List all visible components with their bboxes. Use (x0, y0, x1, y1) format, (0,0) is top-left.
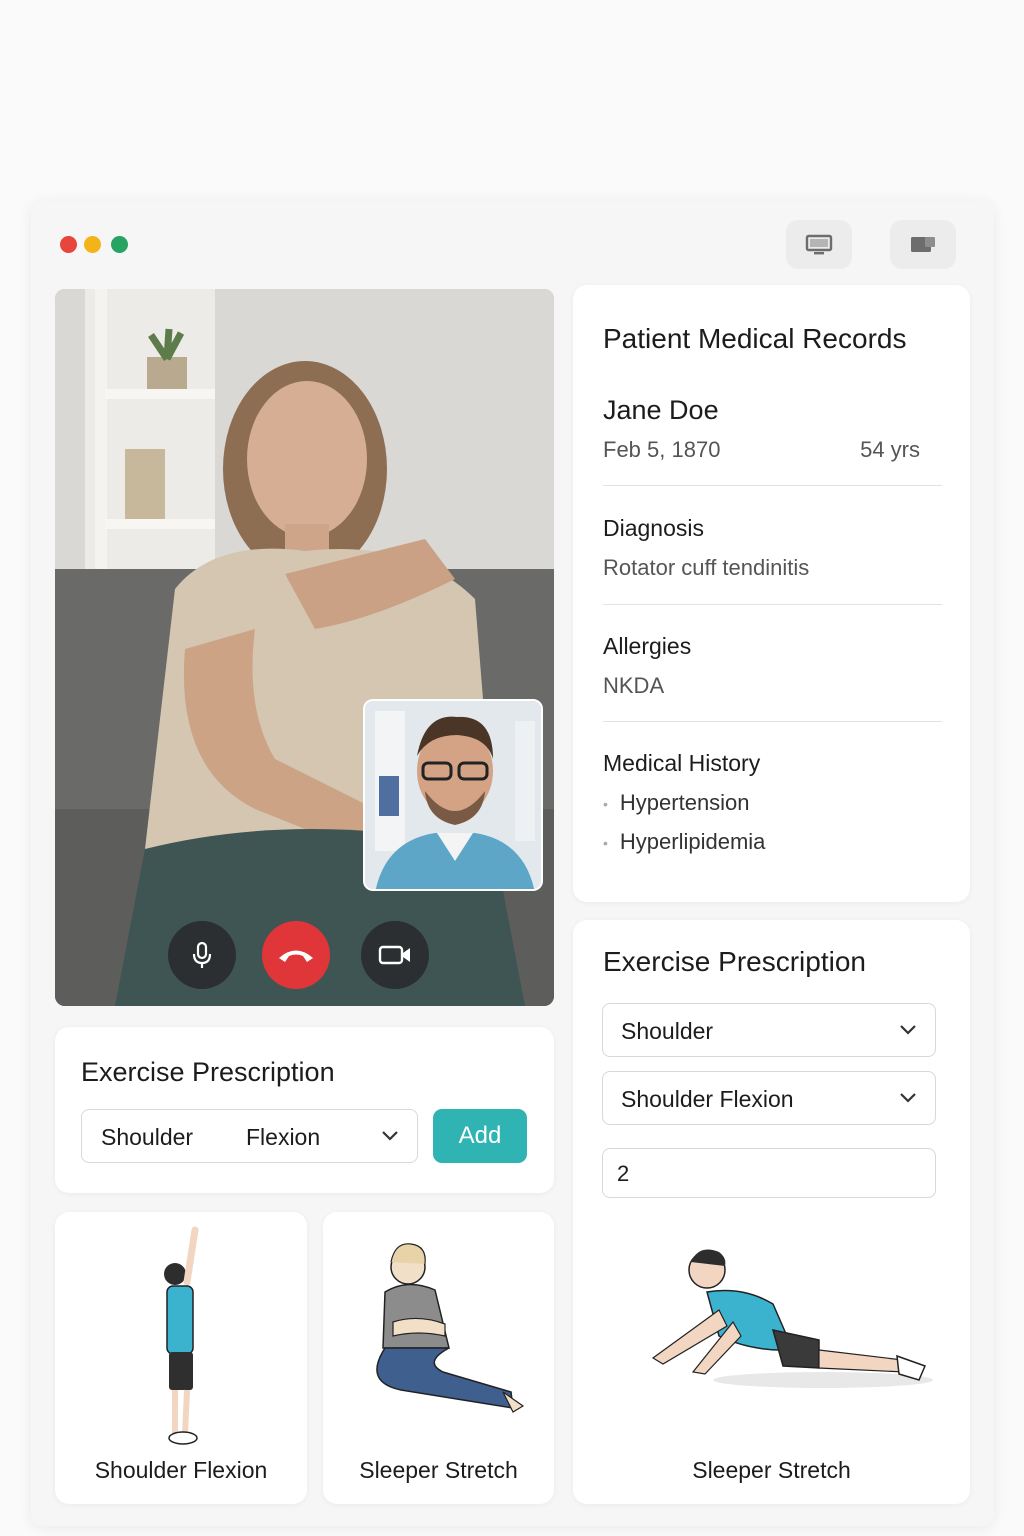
exercise-preview-label: Sleeper Stretch (692, 1457, 851, 1483)
doctor-self-view (363, 699, 543, 891)
diagnosis-value: Rotator cuff tendinitis (603, 555, 810, 580)
window-layout-icon (911, 236, 935, 252)
exercise-card-label: Shoulder Flexion (94, 1457, 268, 1483)
allergies-title: Allergies (603, 633, 692, 659)
close-window-button[interactable] (60, 236, 77, 253)
patient-age: 54 yrs (860, 437, 920, 462)
body-part-value: Shoulder (621, 1018, 714, 1044)
history-item: • Hypertension (603, 790, 750, 816)
patient-video-image (55, 289, 554, 1006)
exercise-select[interactable]: Shoulder Flexion (602, 1071, 936, 1125)
patient-name: Jane Doe (603, 395, 719, 425)
screen-share-button[interactable] (786, 220, 852, 269)
video-camera-icon (378, 945, 410, 965)
exercise-prescription-panel: Exercise Prescription Shoulder Shoulder … (573, 920, 970, 1504)
maximize-window-button[interactable] (111, 236, 128, 253)
quantity-field[interactable]: 2 (602, 1148, 936, 1198)
mute-microphone-button[interactable] (168, 921, 236, 989)
history-item: • Hyperlipidemia (603, 829, 765, 855)
history-item-label: Hyperlipidemia (619, 829, 766, 854)
end-call-icon (279, 950, 313, 962)
section-title: Exercise Prescription (603, 946, 866, 977)
chevron-down-icon (900, 1093, 916, 1103)
divider (603, 604, 942, 605)
diagnosis-title: Diagnosis (603, 515, 704, 541)
monitor-icon (805, 234, 833, 254)
chevron-down-icon (900, 1025, 916, 1035)
exercise-select[interactable]: Shoulder Flexion (81, 1109, 418, 1163)
exercise-card-shoulder-flexion[interactable]: Shoulder Flexion (55, 1212, 307, 1504)
allergies-value: NKDA (603, 673, 665, 698)
quantity-value: 2 (617, 1161, 630, 1186)
history-item-label: Hypertension (619, 790, 750, 815)
patient-video-feed (55, 289, 554, 1006)
exercise-card-label: Sleeper Stretch (359, 1457, 518, 1483)
section-title: Exercise Prescription (81, 1057, 335, 1087)
body-part-value: Shoulder (101, 1124, 194, 1150)
patient-dob: Feb 5, 1870 (603, 437, 721, 462)
add-exercise-button[interactable]: Add (433, 1109, 527, 1163)
end-call-button[interactable] (262, 921, 330, 989)
microphone-icon (192, 941, 212, 968)
exercise-prescription-quick-add: Exercise Prescription Shoulder Flexion A… (55, 1027, 554, 1193)
records-title: Patient Medical Records (603, 323, 907, 354)
divider (603, 721, 942, 722)
toggle-camera-button[interactable] (361, 921, 429, 989)
patient-medical-records: Patient Medical Records Jane Doe Feb 5, … (573, 285, 970, 902)
bullet-icon: • (603, 835, 608, 852)
body-part-select[interactable]: Shoulder (602, 1003, 936, 1057)
exercise-value: Shoulder Flexion (621, 1086, 794, 1112)
doctor-video-image (365, 701, 541, 889)
sleeper-stretch-preview-illustration (651, 1249, 933, 1388)
sleeper-stretch-illustration (376, 1243, 525, 1413)
minimize-window-button[interactable] (84, 236, 101, 253)
app-window: Exercise Prescription Shoulder Flexion A… (31, 201, 994, 1526)
exercise-value: Flexion (246, 1124, 321, 1150)
medical-history-title: Medical History (603, 750, 761, 776)
exercise-card-sleeper-stretch[interactable]: Sleeper Stretch (323, 1212, 554, 1504)
bullet-icon: • (603, 796, 608, 813)
chevron-down-icon (382, 1131, 398, 1141)
divider (603, 485, 942, 486)
layout-button[interactable] (890, 220, 956, 269)
shoulder-flexion-illustration (164, 1226, 199, 1445)
